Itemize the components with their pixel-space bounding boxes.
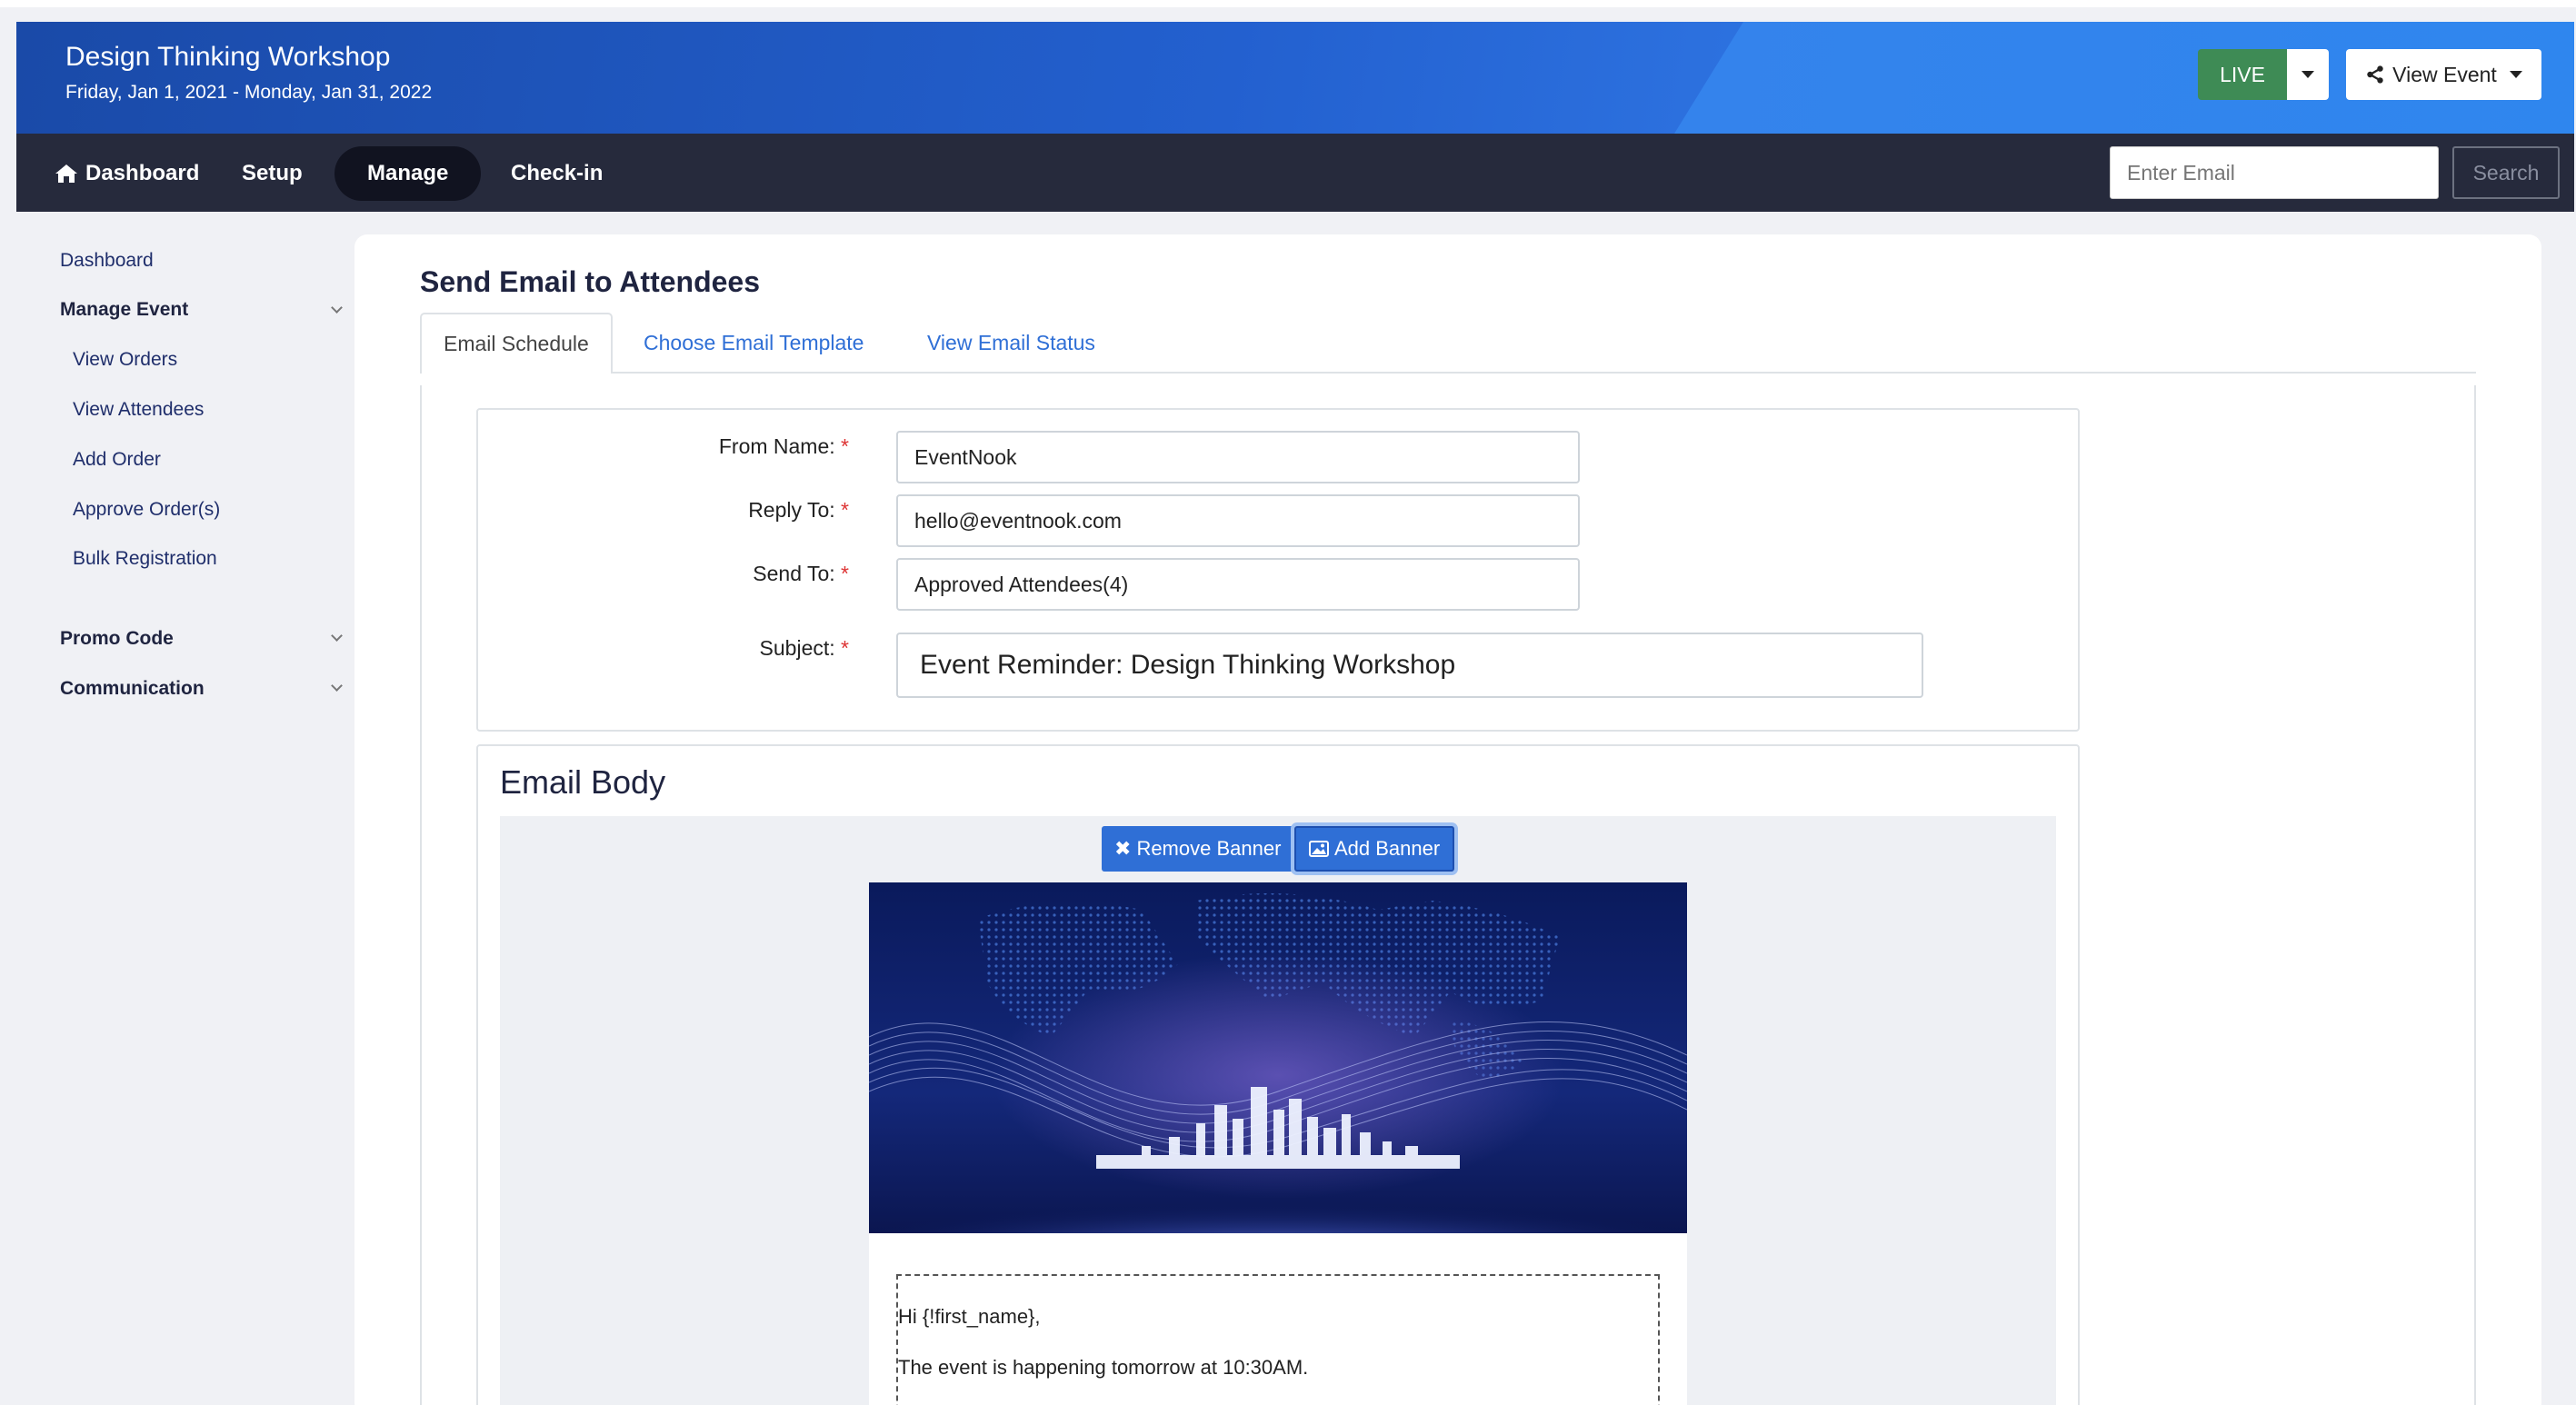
search-button[interactable]: Search: [2452, 146, 2560, 199]
sidebar-item-view-orders[interactable]: View Orders: [73, 349, 177, 371]
required-mark: *: [841, 498, 849, 522]
close-icon: ✖: [1114, 837, 1132, 860]
required-mark: *: [841, 562, 849, 585]
chevron-down-icon: [331, 680, 343, 692]
event-header: Design Thinking Workshop Friday, Jan 1, …: [16, 22, 2574, 134]
image-icon: [1309, 841, 1329, 857]
top-strip: [0, 0, 2576, 7]
from-name-label: From Name: *: [718, 434, 849, 458]
nav-dashboard-label: Dashboard: [85, 161, 200, 185]
view-event-label: View Event: [2392, 62, 2497, 86]
event-dates: Friday, Jan 1, 2021 - Monday, Jan 31, 20…: [65, 82, 433, 103]
tab-choose-email-template[interactable]: Choose Email Template: [622, 313, 885, 373]
page-title: Send Email to Attendees: [420, 265, 760, 298]
caret-down-icon: [2509, 71, 2522, 78]
required-mark: *: [841, 636, 849, 660]
chevron-down-icon: [331, 302, 343, 314]
sidebar-item-approve-orders[interactable]: Approve Order(s): [73, 499, 220, 521]
from-name-field[interactable]: EventNook: [896, 431, 1580, 483]
sidebar-section-promo-code[interactable]: Promo Code: [60, 628, 174, 650]
email-text-editor[interactable]: [896, 1274, 1660, 1405]
banner-image: [869, 882, 1687, 1233]
required-mark: *: [841, 434, 849, 458]
event-title: Design Thinking Workshop: [65, 42, 391, 72]
sidebar-item-bulk-registration[interactable]: Bulk Registration: [73, 548, 217, 570]
remove-banner-label: Remove Banner: [1136, 837, 1282, 860]
caret-down-icon: [2301, 71, 2314, 78]
email-message-line: The event is happening tomorrow at 10:30…: [898, 1356, 1309, 1379]
nav-dashboard[interactable]: Dashboard: [55, 146, 199, 201]
reply-to-label: Reply To: *: [748, 498, 849, 522]
remove-banner-button[interactable]: ✖ Remove Banner: [1102, 826, 1294, 872]
home-icon: [55, 164, 77, 183]
send-to-label: Send To: *: [753, 562, 849, 585]
sidebar-item-add-order[interactable]: Add Order: [73, 449, 161, 471]
subject-label: Subject: *: [759, 636, 849, 660]
nav-manage[interactable]: Manage: [334, 146, 482, 201]
add-banner-label: Add Banner: [1334, 837, 1441, 860]
sidebar-section-communication[interactable]: Communication: [60, 678, 205, 700]
sidebar-item-view-attendees[interactable]: View Attendees: [73, 399, 204, 421]
live-status-button[interactable]: LIVE: [2198, 49, 2287, 100]
sidebar-section-manage-event[interactable]: Manage Event: [60, 299, 188, 321]
email-body-title: Email Body: [500, 763, 666, 801]
email-greeting-line: Hi {!first_name},: [898, 1305, 1041, 1328]
tab-view-email-status[interactable]: View Email Status: [905, 313, 1117, 373]
nav-setup[interactable]: Setup: [242, 146, 303, 201]
reply-to-field[interactable]: hello@eventnook.com: [896, 494, 1580, 547]
subject-field[interactable]: Event Reminder: Design Thinking Workshop: [896, 633, 1923, 698]
email-search-input[interactable]: [2110, 146, 2439, 199]
add-banner-button[interactable]: Add Banner: [1294, 826, 1455, 872]
chevron-down-icon: [331, 630, 343, 642]
view-event-button[interactable]: View Event: [2346, 49, 2541, 100]
nav-check-in[interactable]: Check-in: [511, 146, 603, 201]
main-navbar: Dashboard Setup Manage Check-in Search: [16, 134, 2574, 212]
sidebar-item-dashboard[interactable]: Dashboard: [60, 250, 154, 272]
tab-email-schedule[interactable]: Email Schedule: [420, 313, 613, 374]
header-shade: [16, 22, 1743, 134]
live-dropdown-toggle[interactable]: [2287, 49, 2329, 100]
send-to-select[interactable]: Approved Attendees(4): [896, 558, 1580, 611]
share-icon: [2367, 65, 2383, 84]
